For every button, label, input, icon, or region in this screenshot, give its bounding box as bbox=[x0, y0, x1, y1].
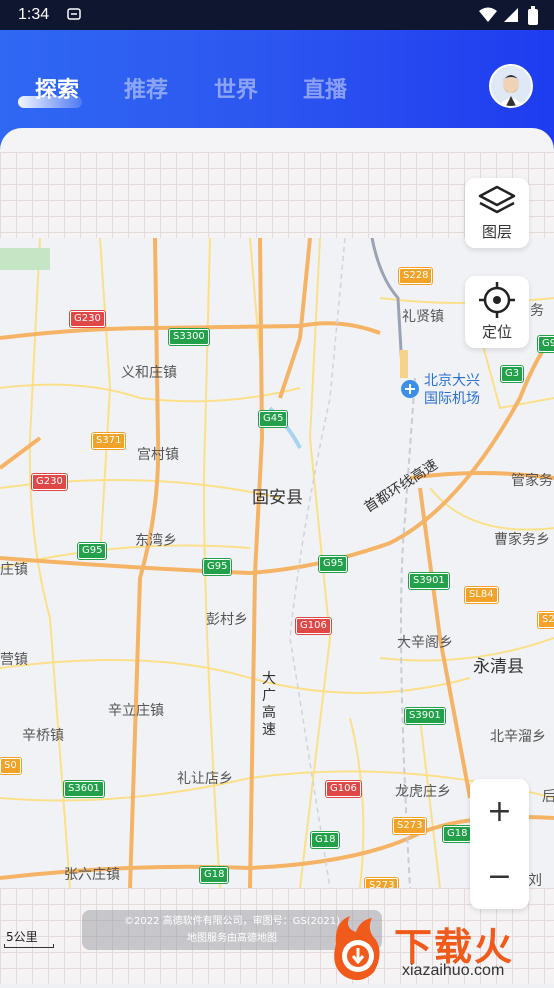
highway-shield: S3901 bbox=[409, 573, 449, 589]
status-bar: 1:34 bbox=[0, 0, 554, 30]
highway-shield: S3901 bbox=[405, 708, 445, 724]
highway-shield: G45 bbox=[259, 411, 288, 427]
highway-shield: G3 bbox=[501, 366, 524, 382]
locate-button[interactable]: 定位 bbox=[465, 276, 529, 348]
tab-explore[interactable]: 探索 bbox=[35, 72, 79, 104]
highway-shield: S371 bbox=[92, 433, 126, 449]
layers-icon bbox=[478, 185, 516, 214]
highway-shield: G95 bbox=[319, 556, 348, 572]
map-scale-label: 5公里 bbox=[6, 930, 38, 944]
highway-shield: S228 bbox=[399, 268, 433, 284]
highway-shield: G9 bbox=[538, 336, 554, 352]
highway-shield: G106 bbox=[326, 781, 361, 797]
signal-icon bbox=[504, 8, 518, 22]
layers-label: 图层 bbox=[481, 223, 512, 241]
highway-shield: G106 bbox=[296, 618, 331, 634]
highway-shield: S273 bbox=[393, 818, 427, 834]
layers-button[interactable]: 图层 bbox=[465, 178, 529, 248]
highway-shield: S0 bbox=[0, 758, 21, 774]
status-time: 1:34 bbox=[18, 6, 50, 23]
user-avatar[interactable] bbox=[489, 64, 533, 108]
locate-label: 定位 bbox=[481, 323, 512, 341]
zoom-control: + − bbox=[470, 779, 529, 909]
highway-shield: G230 bbox=[70, 311, 105, 327]
highway-shield: G18 bbox=[200, 867, 229, 883]
locate-icon bbox=[479, 282, 515, 318]
zoom-out-button[interactable]: − bbox=[470, 844, 529, 909]
battery-icon bbox=[528, 6, 538, 25]
highway-shield: S3601 bbox=[64, 781, 104, 797]
tab-world[interactable]: 世界 bbox=[214, 72, 258, 104]
notification-icon bbox=[67, 8, 81, 20]
watermark-url: xiazaihuo.com bbox=[402, 962, 505, 979]
highway-shield: G18 bbox=[443, 826, 472, 842]
highway-shield: G230 bbox=[32, 474, 67, 490]
highway-shield: G95 bbox=[203, 559, 232, 575]
highway-shield: G18 bbox=[311, 832, 340, 848]
map-scale-bar bbox=[4, 944, 54, 948]
highway-shield: S27 bbox=[538, 612, 554, 628]
wifi-icon bbox=[479, 7, 497, 22]
tab-recommend[interactable]: 推荐 bbox=[124, 72, 168, 104]
avatar-icon bbox=[491, 66, 531, 106]
highway-shield: SL84 bbox=[465, 587, 498, 603]
highway-shield: G95 bbox=[78, 543, 107, 559]
highway-shield: S3300 bbox=[169, 329, 209, 345]
tab-live[interactable]: 直播 bbox=[303, 72, 347, 104]
watermark-logo: 下载火 xiazaihuo.com bbox=[330, 914, 554, 984]
zoom-in-button[interactable]: + bbox=[470, 779, 529, 844]
